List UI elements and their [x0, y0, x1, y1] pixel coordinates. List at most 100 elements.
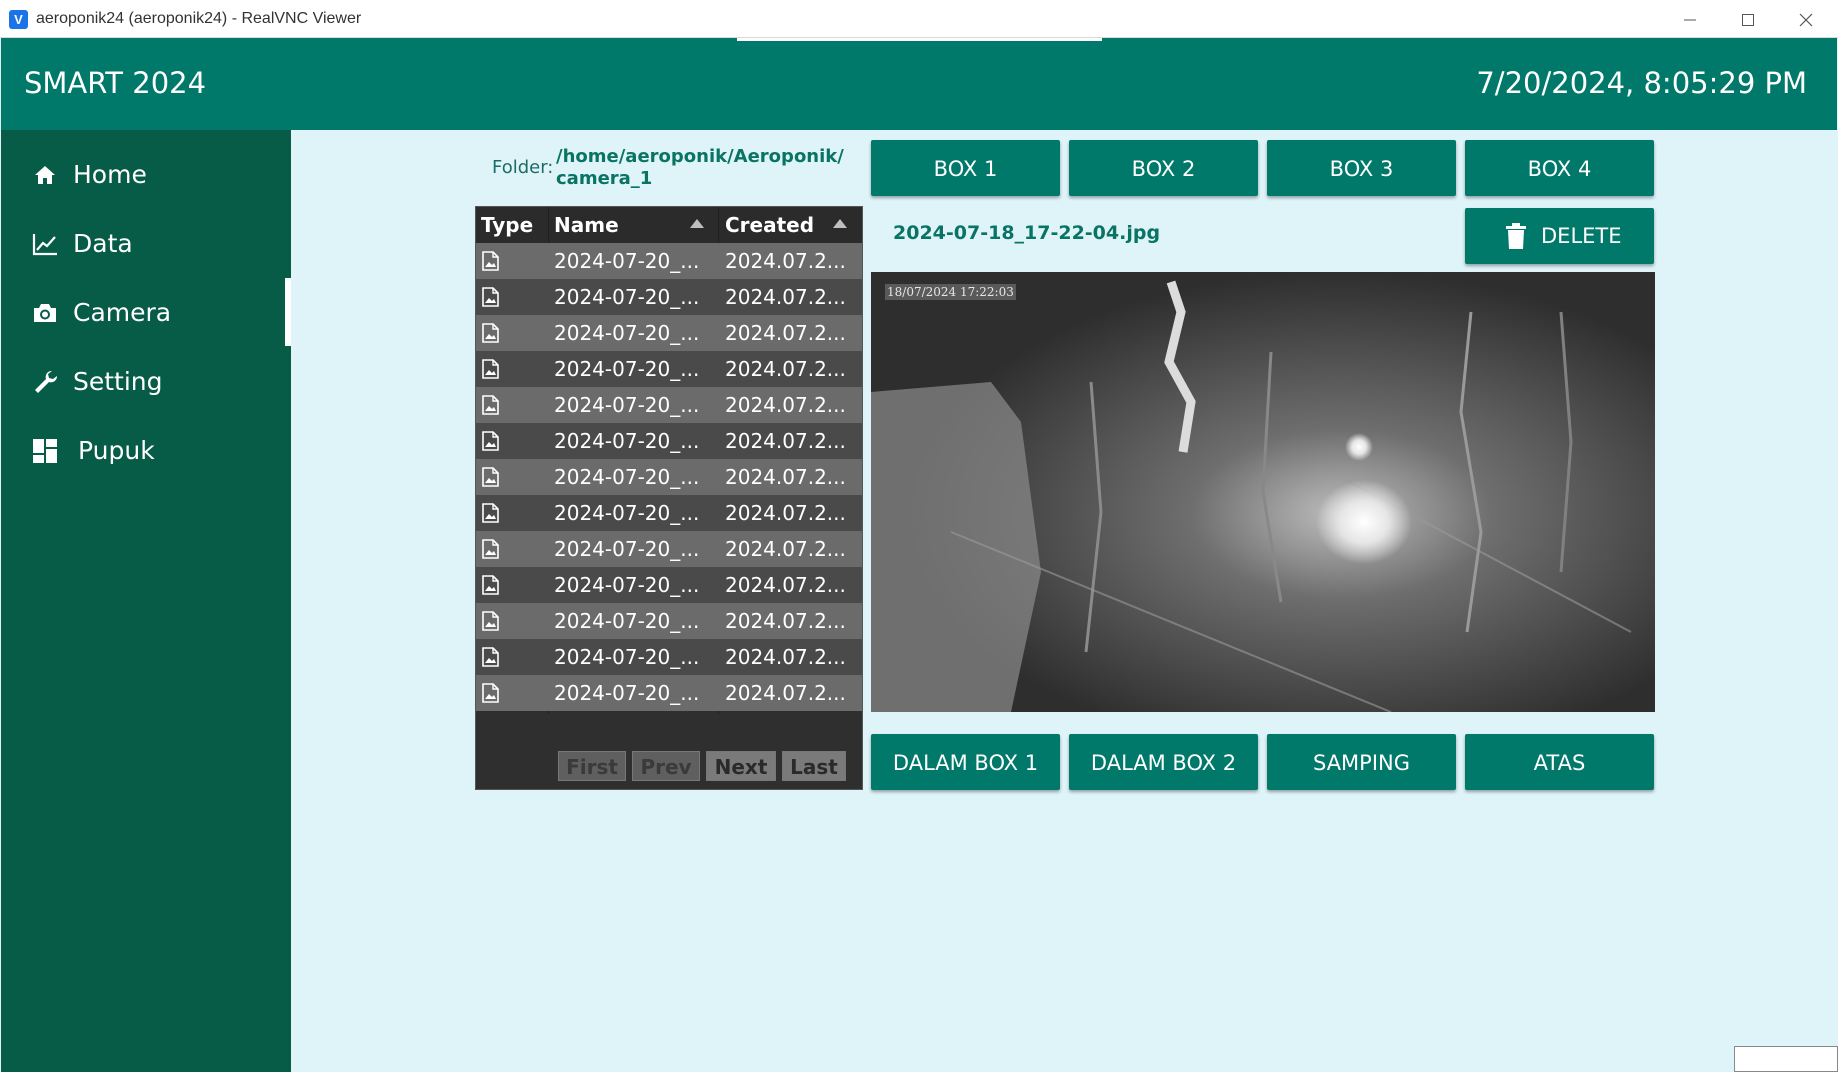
file-created-cell: 2024.07.2... — [725, 573, 846, 597]
file-created-cell: 2024.07.2... — [725, 429, 846, 453]
realvnc-app-icon: V — [9, 10, 28, 29]
table-row[interactable]: 2024-07-20_... 2024.07.2... — [476, 675, 862, 711]
file-created-cell: 2024.07.2... — [725, 249, 846, 273]
sort-ascending-icon — [690, 219, 704, 228]
sidebar-item-data[interactable]: Data — [1, 213, 291, 275]
file-created-cell: 2024.07.2... — [725, 357, 846, 381]
sidebar-item-setting[interactable]: Setting — [1, 351, 291, 413]
dashboard-grid-icon — [33, 439, 57, 463]
button-label: SAMPING — [1312, 751, 1411, 775]
file-created-cell: 2024.07.2... — [725, 609, 846, 633]
file-name-cell: 2024-07-20_... — [554, 465, 700, 489]
button-label: BOX 2 — [1131, 157, 1196, 181]
selected-file-name: 2024-07-18_17-22-04.jpg — [893, 222, 1161, 244]
table-header: Type Name Created — [476, 207, 862, 243]
file-created-cell: 2024.07.2... — [725, 465, 846, 489]
button-label: BOX 4 — [1527, 157, 1592, 181]
file-created-cell: 2024.07.2... — [725, 501, 846, 525]
file-created-cell: 2024.07.2... — [725, 393, 846, 417]
sidebar-item-label: Camera — [73, 298, 172, 327]
camera-icon — [34, 304, 56, 322]
column-header-type[interactable]: Type — [481, 213, 533, 237]
trash-icon — [1506, 223, 1526, 249]
delete-button[interactable]: DELETE — [1465, 208, 1654, 264]
table-row[interactable]: 2024-07-20_... 2024.07.2... — [476, 243, 862, 279]
image-file-icon — [482, 287, 499, 307]
box-4-button[interactable]: BOX 4 — [1465, 140, 1654, 196]
button-label: BOX 3 — [1329, 157, 1394, 181]
file-name-cell: 2024-07-20_... — [554, 393, 700, 417]
table-row[interactable]: 2024-07-20_... 2024.07.2... — [476, 351, 862, 387]
file-name-cell: 2024-07-20_... — [554, 357, 700, 381]
table-row[interactable]: 2024-07-20_... 2024.07.2... — [476, 315, 862, 351]
button-label: ATAS — [1533, 751, 1586, 775]
table-row[interactable]: 2024-07-20_... 2024.07.2... — [476, 495, 862, 531]
file-name-cell: 2024-07-20_... — [554, 501, 700, 525]
sidebar: Home Data Camera Setting Pupuk — [1, 130, 291, 1072]
dalam-box-1-button[interactable]: DALAM BOX 1 — [871, 734, 1060, 790]
box-2-button[interactable]: BOX 2 — [1069, 140, 1258, 196]
button-label: DALAM BOX 2 — [1090, 751, 1237, 775]
pager-last-button[interactable]: Last — [782, 751, 846, 781]
samping-button[interactable]: SAMPING — [1267, 734, 1456, 790]
table-row[interactable]: 2024-07-20_... 2024.07.2... — [476, 639, 862, 675]
table-row[interactable]: 2024-07-20_... 2024.07.2... — [476, 531, 862, 567]
column-header-name[interactable]: Name — [554, 213, 619, 237]
image-file-icon — [482, 251, 499, 271]
folder-path-line: /home/aeroponik/Aeroponik/ — [556, 146, 844, 167]
folder-path-line: camera_1 — [556, 168, 653, 189]
file-name-cell: 2024-07-20_... — [554, 249, 700, 273]
file-name-cell: 2024-07-20_... — [554, 681, 700, 705]
button-label: DALAM BOX 1 — [892, 751, 1039, 775]
image-file-icon — [482, 575, 499, 595]
vnc-toolbar-tab[interactable] — [737, 38, 1102, 41]
file-created-cell: 2024.07.2... — [725, 285, 846, 309]
minimize-icon — [1684, 19, 1696, 21]
folder-path: /home/aeroponik/Aeroponik/ camera_1 — [556, 146, 846, 190]
table-row[interactable]: 2024-07-20_... 2024.07.2... — [476, 459, 862, 495]
atas-button[interactable]: ATAS — [1465, 734, 1654, 790]
sidebar-item-label: Pupuk — [78, 436, 155, 465]
file-created-cell: 2024.07.2... — [725, 537, 846, 561]
pager-first-button[interactable]: First — [558, 751, 626, 781]
image-file-icon — [482, 359, 499, 379]
pager-prev-button[interactable]: Prev — [632, 751, 700, 781]
table-row[interactable]: 2024-07-20_... 2024.07.2... — [476, 279, 862, 315]
file-name-cell: 2024-07-20_... — [554, 645, 700, 669]
app-title: SMART 2024 — [24, 66, 207, 100]
image-file-icon — [482, 395, 499, 415]
datetime-display: 7/20/2024, 8:05:29 PM — [1476, 66, 1807, 100]
image-file-icon — [482, 683, 499, 703]
maximize-button[interactable] — [1720, 4, 1776, 34]
wrench-icon — [35, 370, 58, 393]
maximize-icon — [1742, 14, 1754, 26]
close-icon — [1799, 13, 1813, 27]
table-row[interactable]: 2024-07-20_... 2024.07.2... — [476, 387, 862, 423]
minimize-button[interactable] — [1662, 4, 1718, 34]
dalam-box-2-button[interactable]: DALAM BOX 2 — [1069, 734, 1258, 790]
sidebar-item-camera[interactable]: Camera — [1, 282, 291, 344]
box-1-button[interactable]: BOX 1 — [871, 140, 1060, 196]
window-titlebar: V aeroponik24 (aeroponik24) - RealVNC Vi… — [0, 0, 1838, 38]
image-file-icon — [482, 431, 499, 451]
table-row[interactable]: 2024-07-20_... 2024.07.2... — [476, 567, 862, 603]
column-header-created[interactable]: Created — [725, 213, 814, 237]
file-created-cell: 2024.07.2... — [725, 681, 846, 705]
box-3-button[interactable]: BOX 3 — [1267, 140, 1456, 196]
table-row[interactable]: 2024-07-20_... 2024.07.2... — [476, 423, 862, 459]
active-nav-indicator — [285, 278, 291, 346]
sidebar-item-pupuk[interactable]: Pupuk — [1, 420, 291, 482]
image-file-icon — [482, 323, 499, 343]
sidebar-item-home[interactable]: Home — [1, 144, 291, 206]
pager-next-button[interactable]: Next — [706, 751, 776, 781]
app-header: SMART 2024 7/20/2024, 8:05:29 PM — [1, 38, 1837, 130]
close-button[interactable] — [1778, 4, 1834, 34]
file-name-cell: 2024-07-20_... — [554, 573, 700, 597]
file-name-cell: 2024-07-20_... — [554, 321, 700, 345]
table-row[interactable]: 2024-07-20_... 2024.07.2... — [476, 603, 862, 639]
sidebar-item-label: Setting — [73, 367, 163, 396]
file-created-cell: 2024.07.2... — [725, 645, 846, 669]
file-name-cell: 2024-07-20_... — [554, 429, 700, 453]
sort-ascending-icon — [833, 219, 847, 228]
taskbar-preview-thumbnail[interactable] — [1734, 1046, 1838, 1072]
